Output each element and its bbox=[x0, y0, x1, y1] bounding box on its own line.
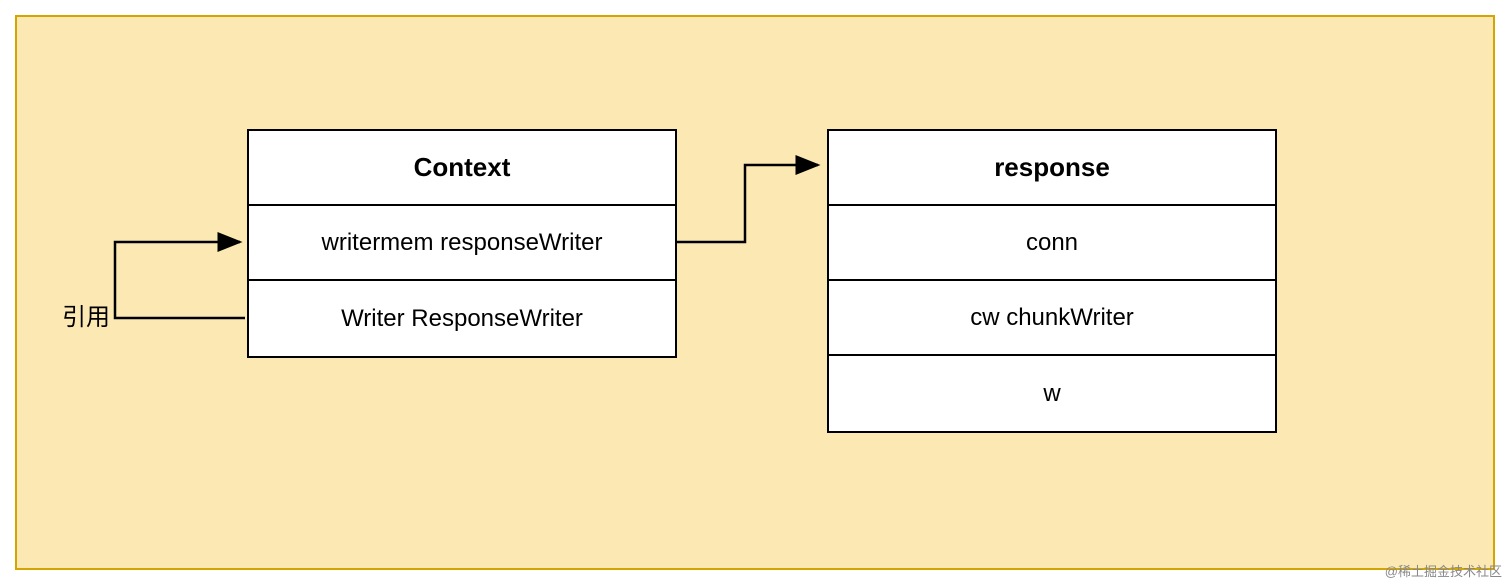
watermark-text: @稀土掘金技术社区 bbox=[1385, 561, 1502, 580]
response-title: response bbox=[829, 131, 1275, 206]
context-struct-box: Context writermem responseWriter Writer … bbox=[247, 129, 677, 358]
diagram-canvas: Context writermem responseWriter Writer … bbox=[15, 15, 1495, 570]
response-field-cw: cw chunkWriter bbox=[829, 281, 1275, 356]
context-field-writermem: writermem responseWriter bbox=[249, 206, 675, 281]
context-title: Context bbox=[249, 131, 675, 206]
response-field-w: w bbox=[829, 356, 1275, 431]
response-struct-box: response conn cw chunkWriter w bbox=[827, 129, 1277, 433]
context-field-writer: Writer ResponseWriter bbox=[249, 281, 675, 356]
reference-label: 引用 bbox=[62, 297, 110, 332]
response-field-conn: conn bbox=[829, 206, 1275, 281]
